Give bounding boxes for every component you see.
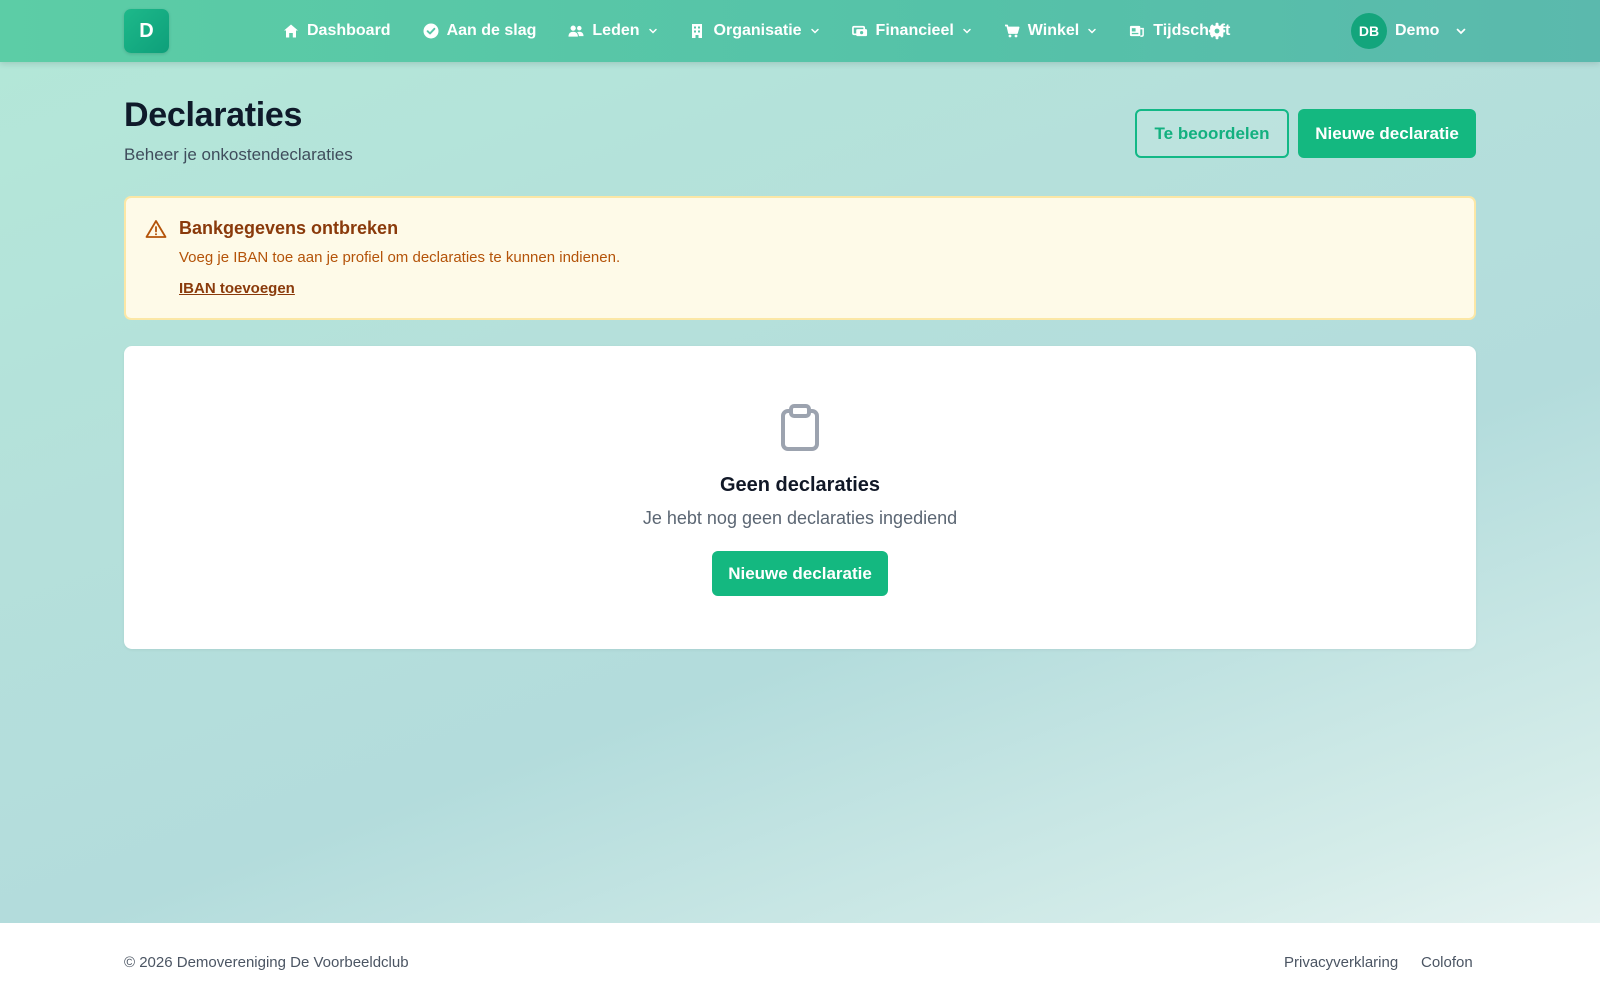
copyright-text: © 2026 Demovereniging De Voorbeeldclub [124, 954, 409, 971]
nav-item-label: Financieel [875, 22, 954, 39]
alert-text: Voeg je IBAN toe aan je profiel om decla… [179, 249, 621, 266]
nav-item-dashboard[interactable]: Dashboard [283, 22, 391, 40]
top-navbar: D Dashboard Aan de slag Leden Organisati… [0, 0, 1600, 62]
add-iban-link[interactable]: IBAN toevoegen [179, 280, 295, 297]
nav-item-financieel[interactable]: Financieel [851, 22, 972, 40]
page-title: Declaraties [124, 96, 303, 134]
money-icon [851, 23, 868, 39]
new-declaration-button[interactable]: Nieuwe declaratie [1298, 109, 1476, 158]
check-circle-icon [423, 23, 439, 39]
newspaper-icon [1129, 23, 1145, 39]
user-name: Demo [1395, 22, 1440, 39]
review-button[interactable]: Te beoordelen [1135, 109, 1289, 158]
nav-item-aan-de-slag[interactable]: Aan de slag [423, 22, 537, 40]
nav-menu: Dashboard Aan de slag Leden Organisatie [283, 0, 1262, 62]
privacy-link[interactable]: Privacyverklaring [1284, 954, 1398, 971]
building-icon [690, 23, 706, 39]
cart-icon [1004, 23, 1020, 39]
gear-icon[interactable] [1208, 22, 1226, 40]
logo[interactable]: D [124, 9, 169, 53]
nav-item-label: Dashboard [307, 22, 391, 39]
empty-state-text: Je hebt nog geen declaraties ingediend [642, 508, 958, 528]
alert-title: Bankgegevens ontbreken [179, 218, 399, 238]
chevron-down-icon [1455, 25, 1467, 37]
nav-item-label: Winkel [1027, 22, 1080, 39]
avatar: DB [1351, 13, 1387, 49]
nav-item-label: Leden [592, 22, 640, 39]
nav-item-leden[interactable]: Leden [568, 22, 657, 40]
warning-icon [145, 219, 167, 239]
nav-item-label: Aan de slag [446, 22, 537, 39]
clipboard-icon [779, 404, 821, 452]
user-menu[interactable]: DB Demo [1351, 13, 1467, 49]
new-declaration-button[interactable]: Nieuwe declaratie [712, 551, 888, 596]
footer: © 2026 Demovereniging De Voorbeeldclub P… [0, 923, 1600, 1000]
chevron-down-icon [810, 26, 820, 36]
chevron-down-icon [1087, 26, 1097, 36]
page-subtitle: Beheer je onkostendeclaraties [124, 145, 353, 164]
nav-item-organisatie[interactable]: Organisatie [690, 22, 820, 40]
home-icon [283, 23, 299, 39]
nav-item-label: Organisatie [713, 22, 802, 39]
chevron-down-icon [962, 26, 972, 36]
empty-state-title: Geen declaraties [719, 474, 881, 496]
bank-details-alert: Bankgegevens ontbreken Voeg je IBAN toe … [124, 196, 1476, 320]
users-icon [568, 23, 584, 39]
chevron-down-icon [648, 26, 658, 36]
colofon-link[interactable]: Colofon [1421, 954, 1473, 971]
empty-state-card: Geen declaraties Je hebt nog geen declar… [124, 346, 1476, 649]
nav-item-winkel[interactable]: Winkel [1004, 22, 1097, 40]
